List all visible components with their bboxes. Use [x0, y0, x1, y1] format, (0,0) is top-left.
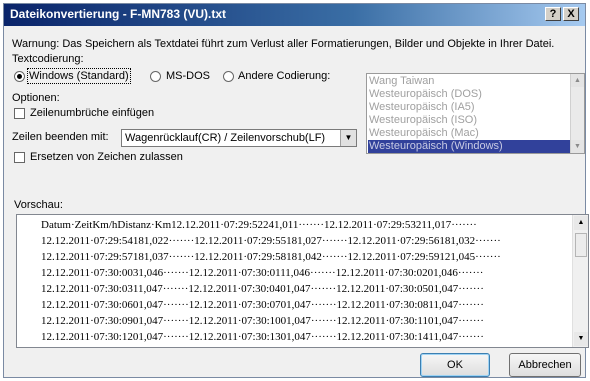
allow-substitution-checkbox[interactable]: [14, 152, 25, 163]
title-bar[interactable]: Dateikonvertierung - F-MN783 (VU).txt ? …: [4, 4, 585, 26]
end-lines-value: Wagenrücklauf(CR) / Zeilenvorschub(LF): [125, 132, 326, 144]
radio-windows-standard-label[interactable]: Windows (Standard): [27, 68, 131, 84]
encoding-list-item[interactable]: Westeuropäisch (DOS): [369, 88, 482, 101]
cancel-button[interactable]: Abbrechen: [509, 353, 581, 377]
close-button[interactable]: X: [563, 7, 579, 21]
file-conversion-dialog: Dateikonvertierung - F-MN783 (VU).txt ? …: [3, 3, 589, 378]
up-arrow-icon[interactable]: ▲: [571, 74, 584, 87]
preview-line: 12.12.2011·07:29:57181,037·······12.12.2…: [41, 251, 501, 263]
up-arrow-icon[interactable]: ▲: [574, 216, 588, 230]
preview-line: 12.12.2011·07:30:0901,047·······12.12.20…: [41, 315, 484, 327]
insert-line-breaks-label[interactable]: Zeilenumbrüche einfügen: [30, 107, 154, 119]
options-group-label: Optionen:: [12, 92, 60, 104]
encoding-list-scrollbar[interactable]: ▲ ▼: [570, 74, 584, 153]
help-button[interactable]: ?: [545, 7, 561, 21]
radio-ms-dos-label[interactable]: MS-DOS: [166, 70, 210, 82]
radio-ms-dos[interactable]: [150, 71, 161, 82]
down-arrow-icon[interactable]: ▼: [574, 332, 588, 346]
preview-line: 12.12.2011·07:30:1201,047·······12.12.20…: [41, 331, 484, 343]
preview-line: 12.12.2011·07:30:0601,047·······12.12.20…: [41, 299, 484, 311]
preview-line: Datum·ZeitKm/hDistanz·Km12.12.2011·07:29…: [41, 219, 477, 231]
radio-other-encoding-label[interactable]: Andere Codierung:: [238, 70, 330, 82]
insert-line-breaks-checkbox[interactable]: [14, 108, 25, 119]
preview-scroll-thumb[interactable]: [575, 233, 587, 257]
chevron-down-icon[interactable]: ▼: [340, 130, 356, 146]
encoding-list-item[interactable]: Westeuropäisch (ISO): [369, 114, 477, 127]
encoding-list-item[interactable]: Westeuropäisch (IA5): [369, 101, 475, 114]
preview-line: 12.12.2011·07:29:54181,022·······12.12.2…: [41, 235, 501, 247]
encoding-list-item-selected[interactable]: Westeuropäisch (Windows): [368, 140, 571, 153]
end-lines-select[interactable]: Wagenrücklauf(CR) / Zeilenvorschub(LF) ▼: [121, 129, 357, 147]
preview-scrollbar[interactable]: ▲ ▼: [572, 215, 588, 347]
radio-windows-standard[interactable]: [14, 71, 25, 82]
encoding-group-label: Textcodierung:: [12, 53, 84, 65]
preview-label: Vorschau:: [14, 199, 63, 211]
down-arrow-icon[interactable]: ▼: [571, 140, 584, 153]
preview-line: 12.12.2011·07:30:0311,047·······12.12.20…: [41, 283, 484, 295]
encoding-list-item[interactable]: Westeuropäisch (Mac): [369, 127, 479, 140]
warning-text: Warnung: Das Speichern als Textdatei füh…: [12, 38, 555, 50]
encoding-list-item[interactable]: Wang Taiwan: [369, 75, 434, 88]
preview-pane[interactable]: Datum·ZeitKm/hDistanz·Km12.12.2011·07:29…: [16, 214, 589, 348]
radio-other-encoding[interactable]: [223, 71, 234, 82]
ok-button[interactable]: OK: [420, 353, 490, 377]
preview-line: 12.12.2011·07:30:0031,046·······12.12.20…: [41, 267, 484, 279]
window-title: Dateikonvertierung - F-MN783 (VU).txt: [10, 7, 227, 21]
encoding-listbox[interactable]: Wang Taiwan Westeuropäisch (DOS) Westeur…: [366, 73, 585, 154]
allow-substitution-label[interactable]: Ersetzen von Zeichen zulassen: [30, 151, 183, 163]
end-lines-label: Zeilen beenden mit:: [12, 131, 109, 143]
